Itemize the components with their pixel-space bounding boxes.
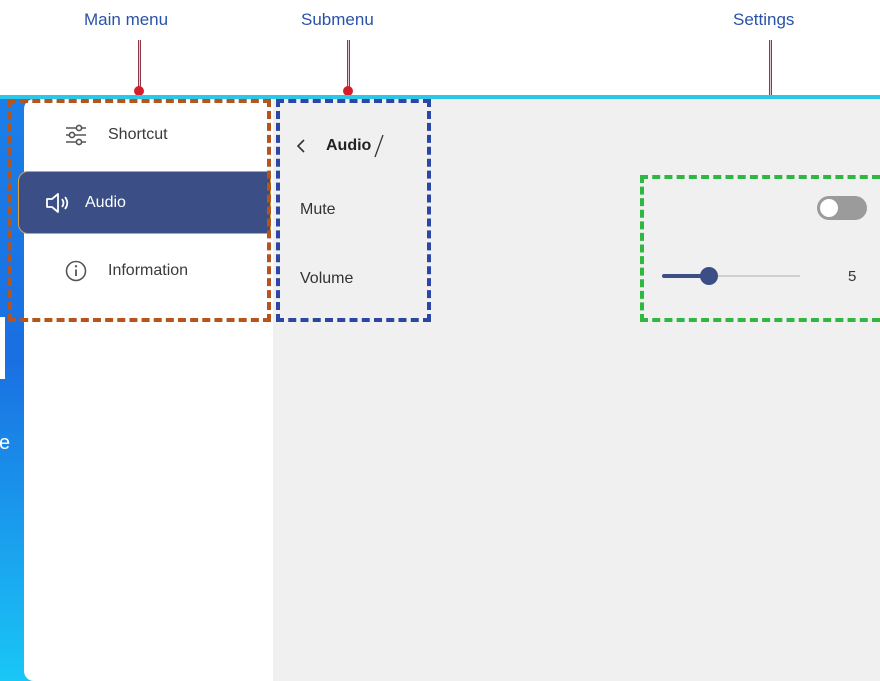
callout-settings: Settings [733,10,795,29]
screen-edge-text: e [0,432,11,454]
main-menu-outline [8,99,271,322]
callout-submenu: Submenu [301,10,374,29]
screen-edge-bar [0,317,5,379]
leader-submenu [347,40,350,90]
leader-main-menu [138,40,141,90]
settings-outline [640,175,880,322]
callout-main-menu: Main menu [84,10,169,29]
submenu-outline [276,99,431,322]
